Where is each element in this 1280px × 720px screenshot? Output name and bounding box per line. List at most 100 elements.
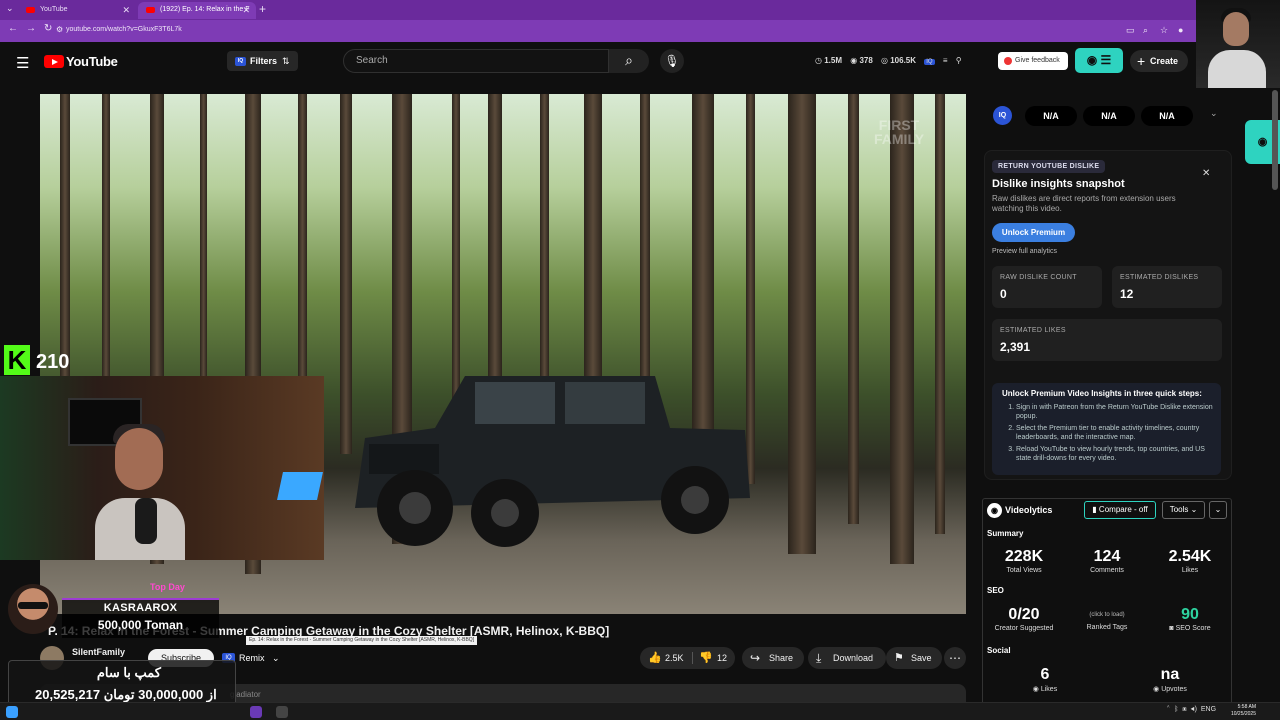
donation-tag: Top Day	[150, 582, 185, 592]
creator-suggested-metric: 0/20 Creator Suggested	[994, 606, 1054, 632]
iq-icon: IQ	[235, 57, 246, 67]
donation-alert: Top Day KASRAAROX 500,000 Toman	[4, 580, 219, 638]
filters-label: Filters	[250, 56, 278, 66]
browser-tab-bar: YouTube ✕ (1922) Ep. 14: Relax in the F …	[0, 0, 1280, 20]
step-item: Reload YouTube to view hourly trends, to…	[1016, 445, 1216, 463]
language-indicator[interactable]: ENG	[1201, 706, 1216, 713]
chevron-down-icon[interactable]: ⌄	[1210, 108, 1218, 119]
page-scrollbar[interactable]	[1272, 90, 1278, 190]
chevron-down-icon: ⌄	[1190, 505, 1198, 514]
app-icon[interactable]	[250, 706, 262, 718]
search-input[interactable]: Search	[343, 49, 609, 73]
seo-score-metric: 90 ◙ SEO Score	[1169, 606, 1211, 632]
new-tab-button[interactable]: +	[259, 2, 266, 16]
save-button[interactable]: ⚑ Save	[886, 647, 942, 669]
iq-icon[interactable]: IQ	[924, 59, 935, 65]
goal-title: کمپ با سام	[96, 665, 161, 680]
close-tab-icon[interactable]: ✕	[242, 2, 250, 18]
comments-stat: ◉ 378	[850, 56, 873, 65]
tab-video[interactable]: (1922) Ep. 14: Relax in the F ✕	[138, 2, 256, 19]
search-icon: ⌕	[625, 52, 633, 68]
channel-name[interactable]: SilentFamily	[72, 647, 125, 657]
thumbs-up-icon: 👍	[648, 652, 662, 664]
network-icon[interactable]: ▣	[1182, 706, 1186, 713]
windows-taskbar: ⌃ ᛒ ▣ ◀) ENG 5:58 AM 10/25/2025	[0, 702, 1280, 720]
app-icon[interactable]	[276, 706, 288, 718]
seo-heading: SEO	[987, 586, 1004, 595]
url-field[interactable]: youtube.com/watch?v=GkuxF3T6L7k	[66, 26, 182, 33]
filters-button[interactable]: IQ Filters ⇅	[227, 51, 298, 71]
comments-metric: 124 Comments	[1090, 548, 1124, 574]
premium-steps: Unlock Premium Video Insights in three q…	[992, 383, 1221, 475]
search-button[interactable]: ⌕	[609, 49, 649, 73]
more-actions-button[interactable]: ⋯	[944, 647, 966, 669]
profile-icon[interactable]: ●	[1178, 25, 1183, 35]
donor-name: KASRAAROX	[103, 602, 178, 614]
dislike-count: 12	[717, 653, 728, 663]
iq-value: N/A	[1141, 106, 1193, 126]
iq-summary-bar: IQ N/A N/A N/A ⌄	[984, 100, 1232, 132]
extension-menu-button[interactable]: ◉ ☰	[1075, 48, 1123, 73]
close-tab-icon[interactable]: ✕	[122, 2, 130, 18]
cast-icon[interactable]: ▭	[1126, 25, 1135, 36]
videolytics-name: Videolytics	[1005, 505, 1053, 515]
upvotes-metric: na ◉ Upvotes	[1153, 666, 1187, 693]
ryd-description: Raw dislikes are direct reports from ext…	[992, 194, 1176, 213]
bluetooth-icon[interactable]: ᛒ	[1174, 706, 1178, 713]
step-item: Select the Premium tier to enable activi…	[1016, 424, 1216, 442]
steps-title: Unlock Premium Video Insights in three q…	[1002, 389, 1202, 398]
title-tooltip: Ep. 14: Relax in the Forest - Summer Cam…	[246, 636, 478, 645]
site-info-icon[interactable]: ⚙	[56, 25, 63, 34]
estimated-likes-card: ESTIMATED LIKES 2,391	[992, 319, 1222, 361]
like-count: 2.5K	[665, 653, 684, 663]
youtube-logo-icon[interactable]	[44, 55, 64, 68]
channel-stats: ◷ 1.5M ◉ 378 ◎ 106.5K IQ ≡ ⚲	[815, 56, 968, 65]
volume-icon[interactable]: ◀)	[1190, 706, 1197, 713]
unlock-premium-button[interactable]: Unlock Premium	[992, 223, 1075, 242]
jeep-truck-image	[355, 376, 750, 547]
total-views-metric: 228K Total Views	[1004, 548, 1044, 574]
clock-date: 10/25/2025	[1230, 711, 1256, 717]
sliders-icon: ⇅	[282, 56, 290, 66]
chevron-down-icon: ⌄	[1214, 505, 1222, 514]
remix-label: Remix	[239, 653, 265, 663]
bookmark-icon: ⚑	[894, 652, 904, 664]
divider	[692, 652, 693, 664]
video-watermark: FIRST FAMILY	[874, 117, 925, 147]
iq-badge[interactable]: IQ	[993, 106, 1012, 125]
tab-label: (1922) Ep. 14: Relax in the F	[160, 6, 250, 13]
back-icon[interactable]: ←	[8, 23, 18, 34]
social-heading: Social	[987, 646, 1011, 655]
share-button[interactable]: ↪ Share	[742, 647, 804, 669]
preview-analytics-link[interactable]: Preview full analytics	[992, 248, 1057, 255]
chevron-up-icon[interactable]: ⌃	[1166, 706, 1170, 713]
bookmark-star-icon[interactable]: ☆	[1160, 25, 1168, 36]
reload-icon[interactable]: ↻	[44, 23, 52, 34]
tab-list-icon[interactable]: ⌄	[6, 3, 14, 14]
clock[interactable]: 5:58 AM 10/25/2025	[1231, 704, 1256, 718]
sunglasses-icon	[18, 602, 48, 609]
ranked-tags-metric[interactable]: (click to load) Ranked Tags	[1067, 611, 1147, 631]
hamburger-menu-icon[interactable]: ☰	[16, 54, 29, 72]
tools-dropdown[interactable]: Tools ⌄	[1162, 501, 1205, 519]
download-button[interactable]: ⤓ Download	[808, 647, 886, 669]
viewer-count: 210	[36, 351, 70, 373]
start-icon[interactable]	[6, 706, 18, 718]
forward-icon[interactable]: →	[26, 23, 36, 34]
more-dropdown[interactable]: ⌄	[1209, 501, 1227, 519]
youtube-logo-text[interactable]: YouTube	[66, 54, 118, 69]
list-icon[interactable]: ≡	[943, 56, 948, 65]
voice-search-button[interactable]: 🎙	[660, 49, 684, 73]
iq-value: N/A	[1025, 106, 1077, 126]
compare-toggle[interactable]: ▮ Compare - off	[1084, 501, 1156, 519]
goal-progress: 20,525,217 از 30,000,000 تومان	[35, 687, 217, 702]
views-stat: ◷ 1.5M	[815, 56, 842, 65]
give-feedback-button[interactable]: Give feedback	[998, 52, 1068, 70]
iq-value: N/A	[1083, 106, 1135, 126]
zoom-icon[interactable]: ⌕	[1143, 25, 1148, 36]
close-icon[interactable]: ✕	[1202, 168, 1210, 179]
tab-youtube[interactable]: YouTube ✕	[18, 2, 136, 19]
create-button[interactable]: Create	[1130, 50, 1188, 72]
facebook-icon: ◉	[1032, 686, 1041, 693]
trophy-icon[interactable]: ⚲	[956, 56, 962, 65]
